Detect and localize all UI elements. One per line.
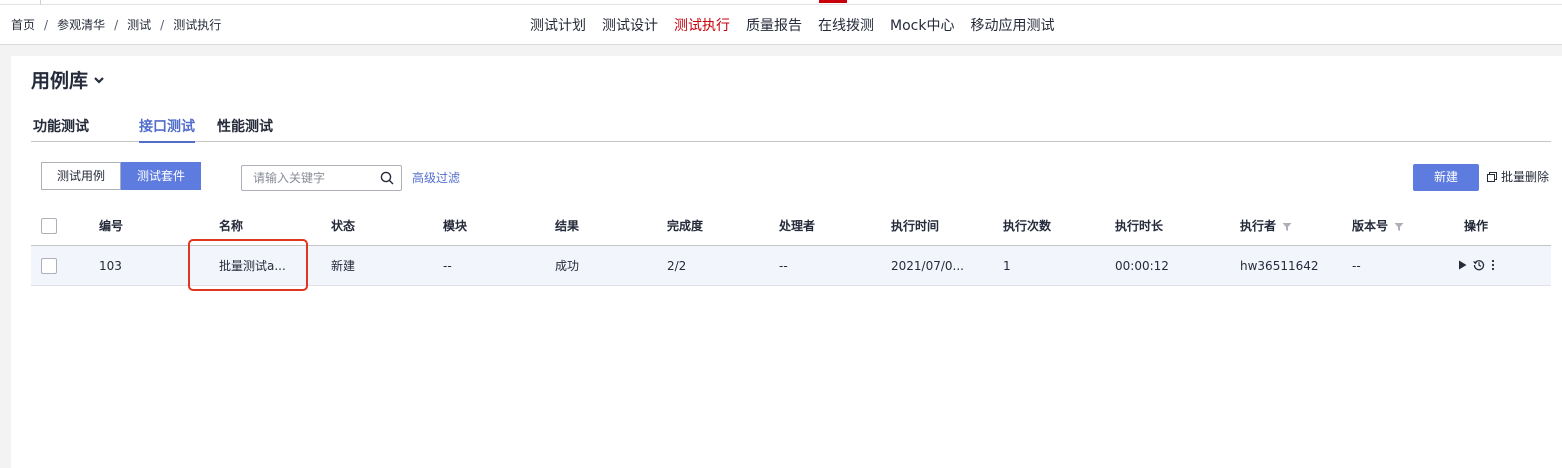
tab-performance-test[interactable]: 性能测试 — [217, 116, 273, 142]
nav-online-probe[interactable]: 在线拨测 — [818, 15, 874, 35]
test-case-toggle[interactable]: 测试用例 — [41, 162, 122, 190]
highlight-box — [188, 239, 308, 291]
nav-test-plan[interactable]: 测试计划 — [530, 15, 586, 35]
tab-bar: 功能测试 接口测试 性能测试 — [31, 116, 1551, 143]
breadcrumb-item-test[interactable]: 测试 — [127, 18, 151, 32]
column-header-actions: 操作 — [1464, 219, 1489, 233]
cell-exec-count: 1 — [1003, 259, 1011, 273]
bulk-delete-label: 批量删除 — [1501, 170, 1550, 184]
filter-icon[interactable] — [1282, 222, 1292, 232]
new-button[interactable]: 新建 — [1413, 164, 1479, 191]
cell-exec-duration: 00:00:12 — [1115, 259, 1169, 273]
cell-status: 新建 — [331, 259, 356, 273]
cell-version: -- — [1352, 259, 1361, 273]
column-header-id: 编号 — [99, 219, 124, 233]
breadcrumb-separator: / — [114, 18, 119, 32]
cell-exec-time: 2021/07/0... — [891, 259, 964, 273]
nav-active-indicator — [819, 0, 847, 3]
header-bar: 首页 / 参观清华 / 测试 / 测试执行 测试计划 测试设计 测试执行 质量报告 在线拨测… — [0, 5, 1562, 45]
column-header-status: 状态 — [331, 219, 356, 233]
cell-module: -- — [443, 259, 452, 273]
breadcrumb-separator: / — [44, 18, 49, 32]
breadcrumb-item-home[interactable]: 首页 — [11, 18, 35, 32]
breadcrumb-item-current: 测试执行 — [173, 18, 222, 32]
column-header-executor: 执行者 — [1240, 206, 1292, 246]
select-all-checkbox[interactable] — [41, 218, 57, 234]
column-header-handler: 处理者 — [779, 219, 816, 233]
search-box — [241, 165, 402, 191]
cell-id: 103 — [99, 259, 122, 273]
filter-icon[interactable] — [1394, 222, 1404, 232]
nav-mobile-app-test[interactable]: 移动应用测试 — [970, 15, 1054, 35]
row-actions — [1458, 259, 1495, 271]
advanced-filter-link[interactable]: 高级过滤 — [412, 169, 460, 186]
cell-handler: -- — [779, 259, 788, 273]
view-toggle: 测试用例 测试套件 — [41, 162, 202, 190]
bulk-delete-button[interactable]: 批量删除 — [1487, 168, 1549, 185]
history-icon[interactable] — [1473, 259, 1485, 271]
play-icon[interactable] — [1458, 260, 1467, 270]
column-header-result: 结果 — [555, 219, 580, 233]
column-header-executor-label: 执行者 — [1240, 219, 1277, 233]
column-header-module: 模块 — [443, 219, 468, 233]
column-header-completion: 完成度 — [667, 219, 704, 233]
more-icon[interactable] — [1491, 259, 1495, 271]
tab-api-test[interactable]: 接口测试 — [139, 116, 195, 143]
breadcrumb-item-project[interactable]: 参观清华 — [57, 18, 105, 32]
bulk-delete-icon — [1487, 171, 1497, 182]
cell-completion: 2/2 — [667, 259, 687, 273]
chevron-down-icon — [94, 76, 104, 84]
column-header-exec-count: 执行次数 — [1003, 219, 1052, 233]
row-checkbox[interactable] — [41, 258, 57, 274]
page-title[interactable]: 用例库 — [31, 66, 106, 93]
tab-functional-test[interactable]: 功能测试 — [33, 116, 89, 142]
test-suite-toggle[interactable]: 测试套件 — [121, 162, 202, 190]
nav-quality-report[interactable]: 质量报告 — [746, 15, 802, 35]
breadcrumb: 首页 / 参观清华 / 测试 / 测试执行 — [11, 16, 221, 33]
column-header-version-label: 版本号 — [1352, 219, 1389, 233]
nav-test-execution[interactable]: 测试执行 — [674, 15, 730, 35]
cell-executor: hw36511642 — [1240, 259, 1319, 273]
top-nav: 测试计划 测试设计 测试执行 质量报告 在线拨测 Mock中心 移动应用测试 — [530, 15, 1054, 35]
column-header-exec-duration: 执行时长 — [1115, 219, 1164, 233]
breadcrumb-separator: / — [160, 18, 165, 32]
nav-test-design[interactable]: 测试设计 — [602, 15, 658, 35]
cell-result: 成功 — [555, 259, 580, 273]
search-input[interactable] — [242, 166, 370, 190]
column-header-exec-time: 执行时间 — [891, 219, 940, 233]
nav-mock-center[interactable]: Mock中心 — [890, 15, 954, 35]
column-header-version: 版本号 — [1352, 206, 1404, 246]
page-title-text: 用例库 — [31, 70, 89, 92]
search-icon[interactable] — [380, 171, 394, 185]
